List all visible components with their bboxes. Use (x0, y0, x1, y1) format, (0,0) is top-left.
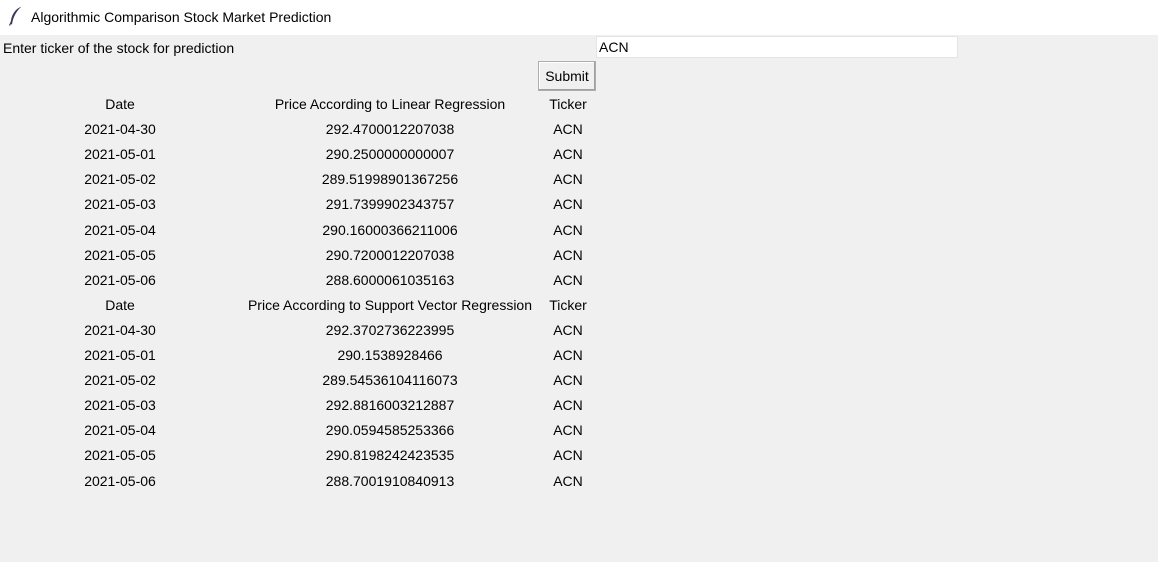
table-cell-date: 2021-05-05 (84, 247, 156, 263)
table-cell-date: 2021-05-02 (84, 171, 156, 187)
table-cell-price: 291.7399902343757 (325, 196, 455, 212)
table-cell-ticker: ACN (553, 272, 583, 288)
table-cell-price: 290.2500000000007 (325, 146, 455, 162)
table-cell-date: 2021-05-04 (84, 422, 156, 438)
table-cell-price: 289.51998901367256 (321, 171, 459, 187)
table-cell-ticker: ACN (553, 422, 583, 438)
title-bar: Algorithmic Comparison Stock Market Pred… (0, 0, 1158, 35)
column-header-date: Date (105, 96, 135, 112)
table-cell-date: 2021-05-04 (84, 222, 156, 238)
feather-icon (9, 6, 22, 26)
column-header-price: Price According to Support Vector Regres… (247, 297, 533, 313)
table-cell-date: 2021-05-03 (84, 196, 156, 212)
table-cell-price: 288.6000061035163 (325, 272, 455, 288)
table-cell-price: 289.54536104116073 (322, 372, 458, 388)
table-cell-price: 290.1538928466 (337, 347, 443, 363)
table-cell-ticker: ACN (553, 473, 583, 489)
table-cell-ticker: ACN (553, 146, 583, 162)
table-cell-date: 2021-05-06 (84, 473, 156, 489)
table-cell-date: 2021-05-06 (84, 272, 156, 288)
table-cell-ticker: ACN (553, 347, 583, 363)
table-cell-date: 2021-05-03 (84, 397, 156, 413)
table-cell-price: 290.0594585253366 (325, 422, 455, 438)
table-cell-ticker: ACN (553, 171, 583, 187)
table-cell-ticker: ACN (553, 196, 583, 212)
ticker-prompt-label: Enter ticker of the stock for prediction (3, 40, 235, 56)
table-cell-date: 2021-05-01 (84, 347, 156, 363)
submit-button[interactable]: Submit (538, 61, 596, 91)
main-panel: Enter ticker of the stock for prediction… (0, 35, 1158, 562)
table-cell-ticker: ACN (553, 372, 583, 388)
table-cell-date: 2021-05-01 (84, 146, 156, 162)
table-cell-price: 292.4700012207038 (325, 121, 455, 137)
table-cell-price: 292.3702736223995 (325, 322, 455, 338)
table-cell-price: 288.7001910840913 (325, 473, 455, 489)
table-cell-ticker: ACN (553, 121, 583, 137)
table-cell-date: 2021-04-30 (84, 322, 156, 338)
table-cell-price: 290.16000366211006 (322, 222, 458, 238)
table-cell-date: 2021-05-02 (84, 372, 156, 388)
table-cell-ticker: ACN (553, 397, 583, 413)
column-header-ticker: Ticker (549, 297, 587, 313)
table-cell-price: 290.8198242423535 (325, 447, 455, 463)
window-title: Algorithmic Comparison Stock Market Pred… (31, 9, 332, 25)
column-header-date: Date (105, 297, 135, 313)
column-header-ticker: Ticker (549, 96, 587, 112)
table-cell-ticker: ACN (553, 222, 583, 238)
table-cell-price: 292.8816003212887 (325, 397, 455, 413)
ticker-input[interactable] (596, 36, 958, 58)
table-cell-date: 2021-04-30 (84, 121, 156, 137)
table-cell-price: 290.7200012207038 (325, 247, 455, 263)
table-cell-ticker: ACN (553, 447, 583, 463)
table-cell-ticker: ACN (553, 322, 583, 338)
table-cell-ticker: ACN (553, 247, 583, 263)
table-cell-date: 2021-05-05 (84, 447, 156, 463)
column-header-price: Price According to Linear Regression (274, 96, 506, 112)
